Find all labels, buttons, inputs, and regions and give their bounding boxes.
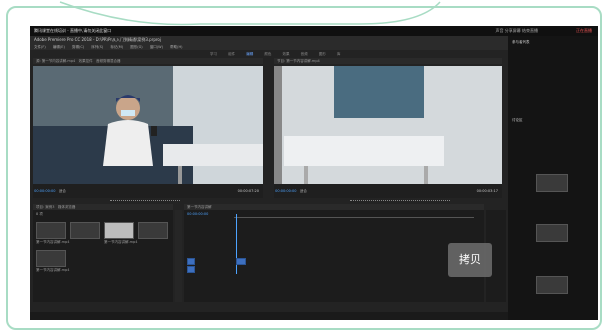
clip-thumbnail[interactable]: [36, 222, 66, 239]
clip-name: 第一节内容讲解.mp4: [36, 268, 70, 272]
menu-graphics[interactable]: 图形(G): [130, 45, 142, 49]
program-timecode-in[interactable]: 00:00:00:00: [275, 189, 296, 193]
source-controls: 00:00:00:00 适合 00:00:07:20: [33, 184, 263, 198]
app-title: Adobe Premiere Pro CC 2018 - D:\PR\Pr从入门…: [34, 37, 161, 42]
timeline-timecode[interactable]: 00:00:00:00: [187, 212, 208, 216]
workspace-tabs: 学习 组件 编辑 颜色 效果 音频 图形 库: [210, 50, 430, 58]
tools-panel[interactable]: [175, 210, 182, 302]
clip-thumbnail[interactable]: [70, 222, 100, 239]
workspace-graphics[interactable]: 图形: [319, 52, 326, 56]
workspace-learn[interactable]: 学习: [210, 52, 217, 56]
source-timecode-out: 00:00:07:20: [237, 189, 259, 193]
source-fit-select[interactable]: 适合: [59, 189, 66, 193]
clip-thumbnail-selected[interactable]: [104, 222, 134, 239]
menu-file[interactable]: 文件(F): [34, 45, 46, 49]
menu-edit[interactable]: 编辑(E): [53, 45, 65, 49]
program-frame: [274, 66, 502, 184]
menu-marker[interactable]: 标记(M): [110, 45, 123, 49]
stream-titlebar: 腾讯课堂在线培训 - 直播中,请勿关闭此窗口 声音 分享屏幕 结束直播 正在直播: [30, 26, 598, 36]
time-ruler[interactable]: [234, 214, 474, 218]
workspace-assembly[interactable]: 组件: [228, 52, 235, 56]
copy-button[interactable]: 拷贝: [448, 243, 492, 277]
sidebar-header: 参与者列表: [512, 40, 530, 44]
project-panel: 8 项 第一节内容讲解.mp4 第一节内容讲解.mp4 第一节内容讲解.mp4: [33, 210, 173, 302]
menu-window[interactable]: 窗口(W): [150, 45, 163, 49]
participant-video[interactable]: [536, 174, 568, 192]
participant-video[interactable]: [536, 276, 568, 294]
program-monitor-video[interactable]: [274, 66, 502, 184]
clip-name: 第一节内容讲解.mp4: [36, 240, 70, 244]
live-badge: 正在直播: [576, 28, 592, 33]
source-timecode-in[interactable]: 00:00:00:00: [34, 189, 55, 193]
track-target-v1[interactable]: [187, 258, 195, 265]
menu-sequence[interactable]: 序列(S): [91, 45, 103, 49]
app-titlebar: Adobe Premiere Pro CC 2018 - D:\PR\Pr从入门…: [30, 36, 508, 44]
participant-video[interactable]: [536, 224, 568, 242]
premiere-window: Adobe Premiere Pro CC 2018 - D:\PR\Pr从入门…: [30, 36, 508, 312]
stream-title: 腾讯课堂在线培训 - 直播中,请勿关闭此窗口: [34, 28, 112, 33]
stream-controls[interactable]: 声音 分享屏幕 结束直播: [495, 26, 538, 36]
program-timecode-out: 00:00:03:17: [476, 189, 498, 193]
tab-effect-controls[interactable]: 效果控件: [79, 59, 93, 63]
workspace-effects[interactable]: 效果: [283, 52, 290, 56]
program-panel-tabs: 节目: 第一节内容讲解.mp4: [274, 58, 502, 64]
clip-thumbnail[interactable]: [138, 222, 168, 239]
program-fit-select[interactable]: 适合: [300, 189, 307, 193]
live-sidebar: 参与者列表 讨论区: [508, 36, 598, 320]
project-item-count: 8 项: [36, 212, 43, 216]
track-target-a1[interactable]: [187, 266, 195, 273]
tab-audio-mixer[interactable]: 音频剪辑混合器: [96, 59, 121, 63]
sidebar-chat-label: 讨论区: [512, 118, 523, 122]
timeline-panel: 00:00:00:00: [184, 210, 484, 302]
workspace-libraries[interactable]: 库: [337, 52, 341, 56]
tab-sequence[interactable]: 第一节内容讲解: [187, 205, 212, 209]
workspace-color[interactable]: 颜色: [264, 52, 271, 56]
program-controls: 00:00:00:00 适合 00:00:03:17: [274, 184, 502, 198]
clip-thumbnail[interactable]: [36, 250, 66, 267]
tab-project[interactable]: 项目: 案例3: [36, 205, 55, 209]
screen-capture: 腾讯课堂在线培训 - 直播中,请勿关闭此窗口 声音 分享屏幕 结束直播 正在直播…: [30, 26, 598, 320]
tab-source[interactable]: 源: 第一节内容讲解.mp4: [36, 59, 75, 63]
workspace-editing[interactable]: 编辑: [246, 52, 253, 56]
workspace-audio[interactable]: 音频: [301, 52, 308, 56]
source-frame: [33, 66, 263, 184]
menu-help[interactable]: 帮助(H): [170, 45, 182, 49]
tab-program[interactable]: 节目: 第一节内容讲解.mp4: [277, 59, 320, 63]
source-panel-tabs: 源: 第一节内容讲解.mp4 效果控件 音频剪辑混合器: [33, 58, 263, 64]
timeline-clip[interactable]: [236, 258, 246, 265]
clip-name: 第一节内容讲解.mp4: [104, 240, 138, 244]
playhead[interactable]: [236, 214, 237, 274]
tab-media-browser[interactable]: 媒体浏览器: [58, 205, 76, 209]
menu-clip[interactable]: 剪辑(C): [72, 45, 84, 49]
source-monitor-video[interactable]: [33, 66, 263, 184]
